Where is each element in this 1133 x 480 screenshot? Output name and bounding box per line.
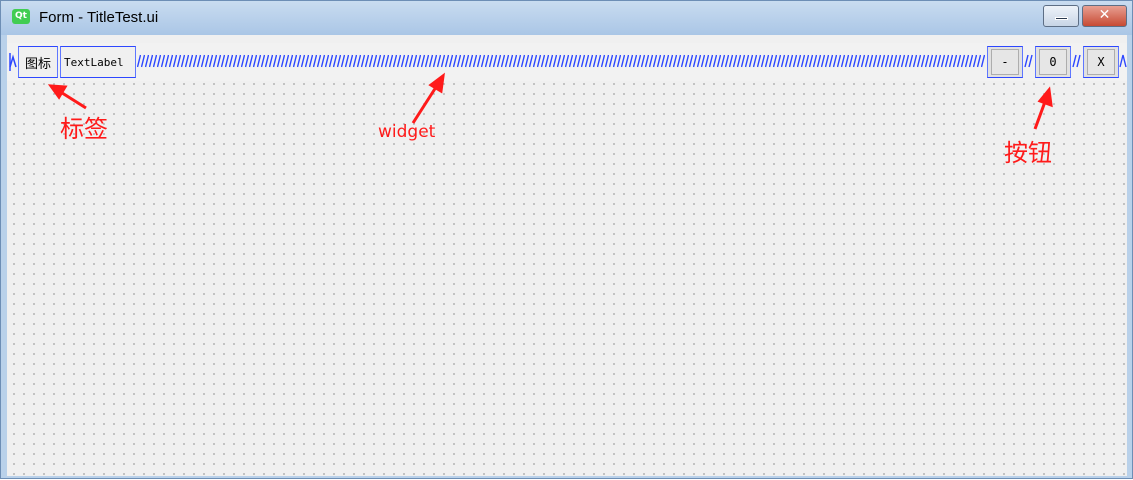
form-canvas[interactable]: 图标 TextLabel - 0 X <box>7 35 1127 476</box>
qt-logo-icon: Qt <box>12 9 30 24</box>
spacer-spring-icon <box>9 53 17 71</box>
spacer-spring-icon <box>1024 54 1033 68</box>
close-button-label: X <box>1087 49 1115 75</box>
annotation-button: 按钮 <box>1004 139 1052 167</box>
text-label-text: TextLabel <box>64 55 124 69</box>
minimize-button[interactable]: - <box>987 46 1023 78</box>
close-button[interactable]: X <box>1083 46 1119 78</box>
right-spacer[interactable] <box>1119 49 1127 73</box>
text-label[interactable]: TextLabel <box>60 46 136 78</box>
button-spacer-2[interactable] <box>1071 49 1083 73</box>
title-widget-spacer[interactable] <box>137 49 985 73</box>
window-title: Form - TitleTest.ui <box>39 9 159 26</box>
minimize-icon <box>1055 17 1068 20</box>
horizontal-layout[interactable]: 图标 TextLabel - 0 X <box>7 43 1127 81</box>
minimize-button-label: - <box>991 49 1019 75</box>
annotation-label: 标签 <box>60 115 108 143</box>
window-minimize-button[interactable] <box>1043 5 1079 27</box>
maximize-button-label: 0 <box>1039 49 1067 75</box>
icon-label-text: 图标 <box>24 56 51 72</box>
spacer-spring-icon <box>1072 54 1081 68</box>
icon-label[interactable]: 图标 <box>18 46 58 78</box>
window-close-button[interactable]: ✕ <box>1082 5 1127 27</box>
window-titlebar[interactable]: Qt Form - TitleTest.ui ✕ <box>1 1 1132 35</box>
left-spacer[interactable] <box>9 49 17 73</box>
maximize-button[interactable]: 0 <box>1035 46 1071 78</box>
annotation-widget: widget <box>378 122 436 142</box>
spacer-spring-icon <box>137 49 985 73</box>
button-spacer-1[interactable] <box>1023 49 1035 73</box>
designer-form-window: Qt Form - TitleTest.ui ✕ 图标 TextLabel - … <box>0 0 1133 479</box>
close-icon: ✕ <box>1098 7 1111 23</box>
spacer-spring-icon <box>1119 54 1127 68</box>
